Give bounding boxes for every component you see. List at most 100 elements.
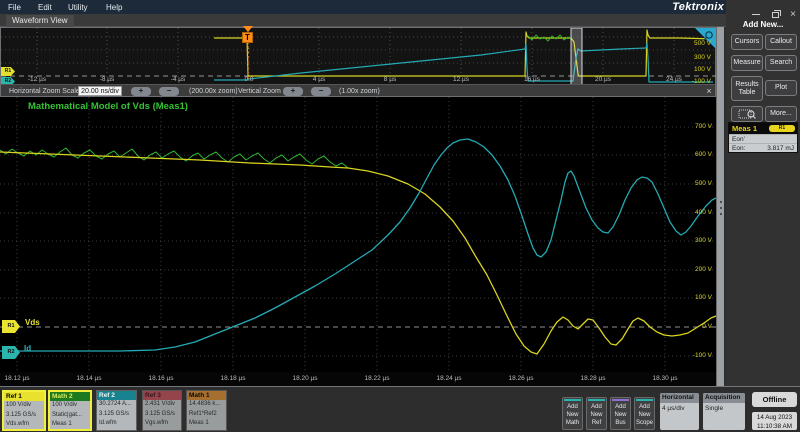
trigger-marker-badge[interactable]: T bbox=[242, 32, 253, 43]
time-tick: 18.24 µs bbox=[427, 375, 471, 382]
math-model-title: Mathematical Model of Vds (Meas1) bbox=[28, 101, 188, 112]
acquisition-settings-badge[interactable]: Acquisition Single bbox=[703, 393, 745, 430]
vertical-zoom-label: Vertical Zoom bbox=[238, 88, 281, 95]
overview-tick: 16 µs bbox=[514, 76, 550, 83]
meas1-row: Eon' bbox=[729, 134, 797, 143]
zoom-toolbar: Horizontal Zoom Scale 20.00 ns/div + − (… bbox=[0, 84, 716, 97]
badge-row: Vgs.wfm bbox=[143, 419, 181, 429]
badge-row: 3.125 GS/s bbox=[143, 410, 181, 420]
badge-row: 14.4836 k... bbox=[187, 400, 226, 410]
menu-bar: File Edit Utility Help Tektronix bbox=[0, 0, 726, 14]
overview-tick: 0.0 bbox=[231, 76, 267, 83]
ref2-badge[interactable]: Ref 2 30.2724 A... 3.125 GS/s Id.wfm bbox=[96, 390, 137, 431]
zoom-window-indicator[interactable] bbox=[571, 28, 582, 85]
time-tick: 18.12 µs bbox=[0, 375, 39, 382]
plot-button[interactable]: Plot bbox=[765, 80, 797, 96]
more-button[interactable]: More... bbox=[765, 106, 797, 122]
badge-row: Meas 1 bbox=[50, 420, 90, 430]
menu-utility[interactable]: Utility bbox=[68, 3, 88, 12]
badge-row: 2.431 V/div bbox=[143, 400, 181, 410]
overview-tick: 8 µs bbox=[372, 76, 408, 83]
badge-row: 30.2724 A... bbox=[97, 400, 136, 410]
vzoom-minus-button[interactable]: − bbox=[311, 87, 331, 96]
acquisition-mode-value: Single bbox=[703, 403, 745, 412]
tektronix-logo: Tektronix bbox=[646, 1, 724, 13]
panel-splitter[interactable] bbox=[716, 27, 724, 386]
vaxis-label: 400 V bbox=[642, 209, 712, 216]
badge-row: Meas 1 bbox=[187, 419, 226, 429]
overview-tick: 20 µs bbox=[585, 76, 621, 83]
ref3-badge[interactable]: Ref 3 2.431 V/div 3.125 GS/s Vgs.wfm bbox=[142, 390, 182, 431]
add-new-scope-button[interactable]: Add New Scope bbox=[634, 397, 655, 430]
vzoom-plus-button[interactable]: + bbox=[283, 87, 303, 96]
btn-line: Add bbox=[587, 403, 606, 411]
vzoom-factor-label: (1.00x zoom) bbox=[339, 88, 380, 95]
horizontal-scale-value: 4 µs/div bbox=[660, 403, 699, 412]
hzoom-factor-label: (200.00x zoom) bbox=[189, 88, 238, 95]
meas1-row-label: Eon' bbox=[732, 136, 745, 143]
measure-button[interactable]: Measure bbox=[731, 55, 763, 71]
horizontal-zoom-scale-input[interactable]: 20.00 ns/div bbox=[78, 86, 122, 96]
add-new-bus-button[interactable]: Add New Bus bbox=[610, 397, 631, 430]
add-new-header: Add New... bbox=[726, 20, 800, 29]
overview-vscale: 500 V bbox=[671, 40, 711, 47]
horizontal-settings-badge[interactable]: Horizontal 4 µs/div bbox=[660, 393, 699, 430]
vaxis-label: 0 V bbox=[642, 323, 712, 330]
horizontal-title: Horizontal bbox=[660, 393, 699, 403]
vaxis-label: 700 V bbox=[642, 123, 712, 130]
tab-waveform-view[interactable]: Waveform View bbox=[6, 15, 74, 27]
hzoom-minus-button[interactable]: − bbox=[159, 87, 179, 96]
hzoom-plus-button[interactable]: + bbox=[131, 87, 151, 96]
window-controls: × bbox=[745, 6, 796, 16]
badge-row: Static|gat... bbox=[50, 411, 90, 421]
cursors-button[interactable]: Cursors bbox=[731, 34, 763, 50]
results-table-button[interactable]: Results Table bbox=[731, 76, 763, 101]
zoom-overview-button[interactable] bbox=[731, 106, 763, 122]
meas1-results-badge[interactable]: Meas 1 R1 Eon' Eon: 3.817 mJ bbox=[728, 122, 798, 153]
callout-button[interactable]: Callout bbox=[765, 34, 797, 50]
menu-file[interactable]: File bbox=[8, 3, 21, 12]
search-button[interactable]: Search bbox=[765, 55, 797, 71]
time-tick: 18.16 µs bbox=[139, 375, 183, 382]
datetime-display[interactable]: 14 Aug 2023 11:10:38 AM bbox=[752, 412, 797, 430]
acquisition-title: Acquisition bbox=[703, 393, 745, 403]
overview-vscale: 100 V bbox=[671, 66, 711, 73]
ref2-badge-title: Ref 2 bbox=[97, 391, 136, 400]
offline-button[interactable]: Offline bbox=[752, 392, 797, 407]
right-control-panel: × Add New... Cursors Callout Measure Sea… bbox=[726, 0, 800, 386]
close-window-icon[interactable]: × bbox=[790, 10, 796, 20]
main-waveform-plot[interactable]: Mathematical Model of Vds (Meas1) 700 V … bbox=[0, 97, 716, 372]
channel-badge-bar: Ref 1 100 V/div 3.125 GS/s Vds.wfm Math … bbox=[0, 386, 800, 432]
math2-badge[interactable]: Math 2 100 V/div Static|gat... Meas 1 bbox=[48, 390, 92, 431]
ref3-badge-title: Ref 3 bbox=[143, 391, 181, 400]
ref1-badge-title: Ref 1 bbox=[4, 392, 44, 401]
menu-help[interactable]: Help bbox=[106, 3, 122, 12]
badge-row: 3.125 GS/s bbox=[4, 411, 44, 421]
ref1-badge[interactable]: Ref 1 100 V/div 3.125 GS/s Vds.wfm bbox=[2, 390, 46, 431]
overview-vscale: 300 V bbox=[671, 54, 711, 61]
overview-tick: 4 µs bbox=[301, 76, 337, 83]
math1-badge[interactable]: Math 1 14.4836 k... Ref1*Ref2 Meas 1 bbox=[186, 390, 227, 431]
time-tick: 18.22 µs bbox=[355, 375, 399, 382]
id-trace bbox=[0, 139, 716, 351]
menu-edit[interactable]: Edit bbox=[38, 3, 52, 12]
minimize-icon[interactable] bbox=[752, 14, 760, 15]
add-new-math-button[interactable]: Add New Math bbox=[562, 397, 583, 430]
vaxis-label: 500 V bbox=[642, 180, 712, 187]
meas1-title: Meas 1 bbox=[732, 124, 757, 133]
overview-vds-trace bbox=[214, 30, 713, 76]
overview-tick: -4 µs bbox=[160, 76, 196, 83]
add-new-ref-button[interactable]: Add New Ref bbox=[586, 397, 607, 430]
restore-window-icon[interactable] bbox=[772, 12, 779, 18]
vaxis-label: 300 V bbox=[642, 237, 712, 244]
btn-line: Add bbox=[563, 403, 582, 411]
main-waveforms bbox=[0, 97, 716, 372]
acquisition-overview-plot[interactable]: T R1 R2 -12 µs -8 µs -4 µs 0.0 4 µs 8 µs… bbox=[0, 27, 716, 84]
badge-row: 100 V/div bbox=[4, 401, 44, 411]
meas1-row-value: 3.817 mJ bbox=[767, 144, 794, 153]
btn-line: New bbox=[587, 411, 606, 419]
close-zoom-icon[interactable]: × bbox=[703, 86, 715, 97]
time-tick: 18.30 µs bbox=[643, 375, 687, 382]
badge-row: Ref1*Ref2 bbox=[187, 410, 226, 420]
vaxis-label: 100 V bbox=[642, 294, 712, 301]
